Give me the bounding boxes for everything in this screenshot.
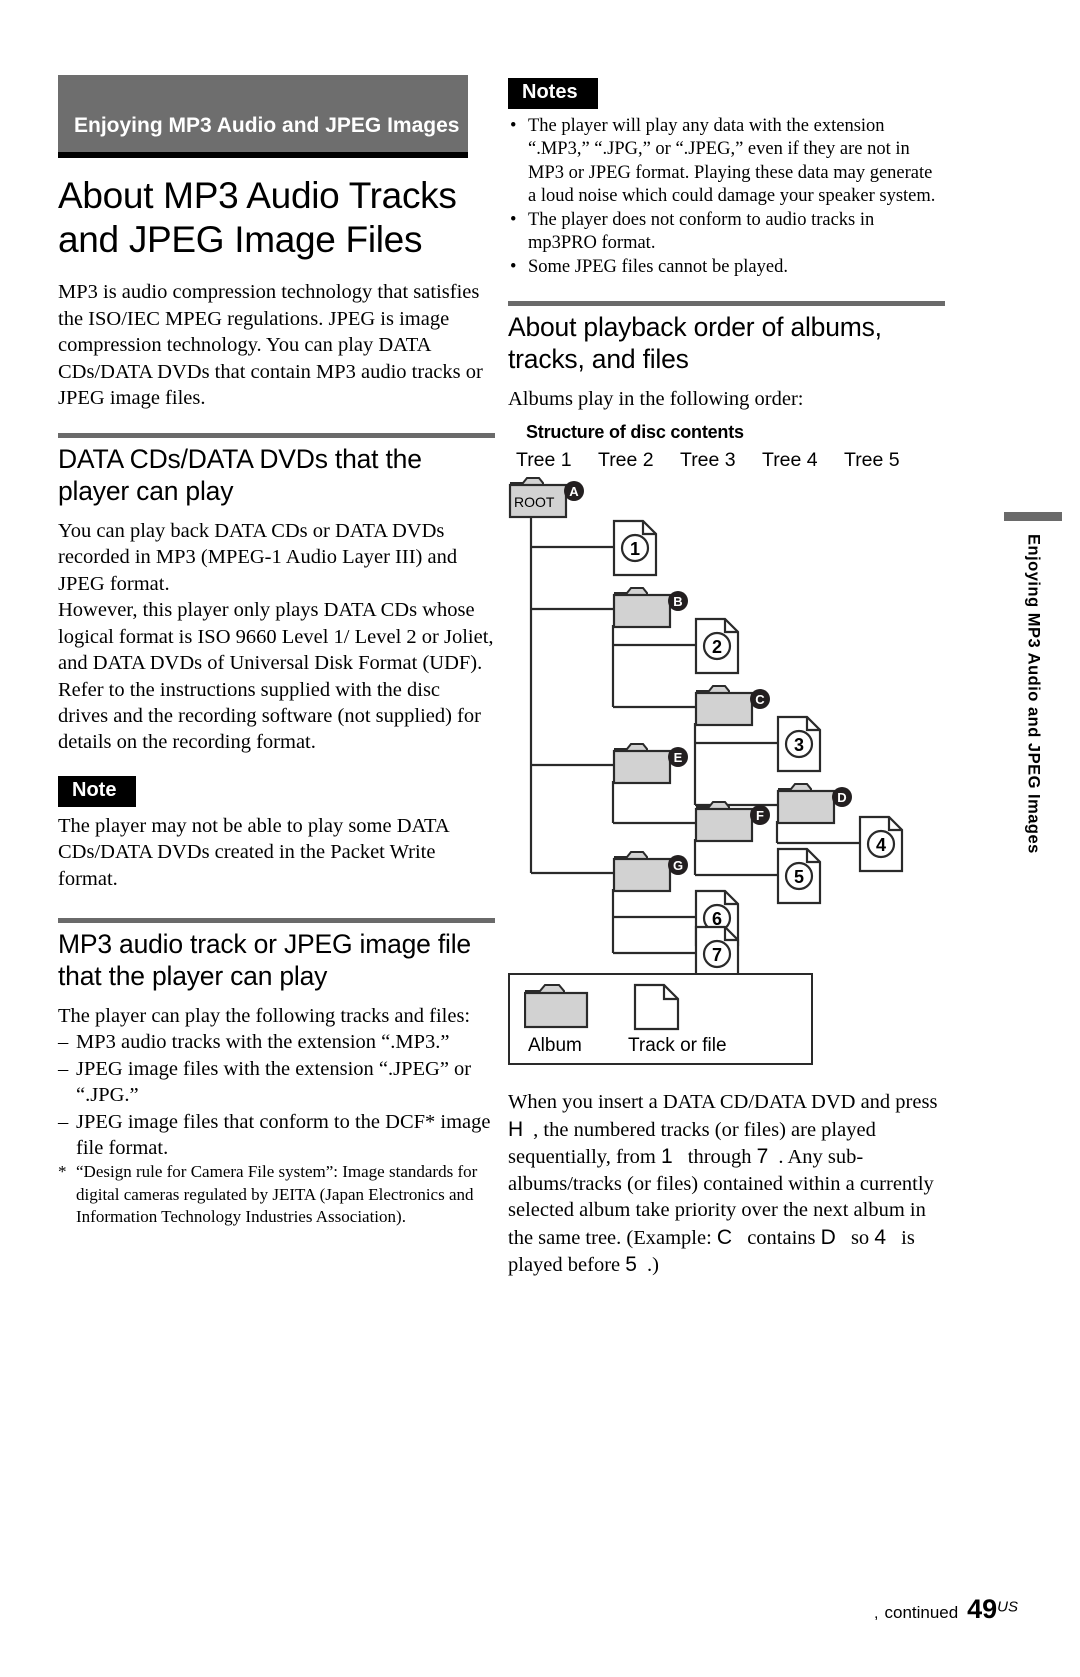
legend-album-label: Album (528, 1035, 582, 1057)
number-first: 1 (660, 1145, 673, 1169)
file-number-5: 5 (794, 867, 804, 887)
manual-page: Enjoying MP3 Audio and JPEG Images About… (0, 0, 1080, 1677)
tree-column-header: Tree 3 (680, 449, 736, 472)
left-column: Enjoying MP3 Audio and JPEG Images About… (58, 75, 495, 1228)
section-divider-3 (508, 301, 945, 307)
file-number-3: 3 (794, 735, 804, 755)
root-label: ROOT (514, 494, 555, 510)
diagram-legend: Album Track or file (508, 973, 813, 1066)
structure-subheading: Structure of disc contents (526, 422, 744, 443)
tree-column-header: Tree 4 (762, 449, 818, 472)
section-divider (58, 433, 495, 439)
tree-column-header: Tree 5 (844, 449, 900, 472)
folder-letter-f: F (756, 808, 764, 823)
list-item: MP3 audio tracks with the extension “.MP… (58, 1029, 495, 1056)
closing-text-3: through (682, 1146, 757, 1169)
side-tab-bar (1004, 512, 1062, 521)
number-last: 7 (756, 1145, 769, 1169)
continued-arrow-icon: , (874, 1605, 879, 1622)
list-item: The player does not conform to audio tra… (508, 209, 945, 256)
letter-d-ref: D (820, 1225, 836, 1249)
file-number-1: 1 (630, 539, 640, 559)
continued-label: continued (884, 1603, 959, 1622)
legend-icons (524, 984, 680, 1031)
page-footer: , continued 49US (0, 1594, 1080, 1625)
list-item: JPEG image files that conform to the DCF… (58, 1109, 495, 1162)
folder-letter-g: G (673, 858, 683, 873)
right-column: Notes The player will play any data with… (508, 78, 945, 1278)
chapter-side-tab: Enjoying MP3 Audio and JPEG Images (1004, 512, 1062, 932)
notes-badge: Notes (508, 78, 598, 109)
tree-column-header: Tree 2 (598, 449, 654, 472)
section1-paragraph-2: However, this player only plays DATA CDs… (58, 599, 494, 675)
playable-file-list: MP3 audio tracks with the extension “.MP… (58, 1029, 495, 1161)
notes-list: The player will play any data with the e… (508, 115, 945, 280)
folder-b (612, 587, 672, 629)
number-5-ref: 5 (625, 1253, 637, 1277)
file-number-4: 4 (876, 835, 886, 855)
letter-c-ref: C (716, 1225, 733, 1249)
intro-paragraph: MP3 is audio compression technology that… (58, 281, 483, 409)
page-title: About MP3 Audio Tracks and JPEG Image Fi… (58, 174, 457, 260)
folder-f (694, 801, 754, 843)
tree-svg: ROOT A 1 B 2 C 3 D 4 E F 5 G 6 7 (508, 477, 904, 976)
section2-intro: The player can play the following tracks… (58, 1004, 471, 1027)
disc-structure-diagram: Tree 1 Tree 2 Tree 3 Tree 4 Tree 5 ROOT … (508, 449, 945, 976)
closing-text-8: .) (646, 1254, 659, 1277)
tree-column-header: Tree 1 (516, 449, 572, 472)
list-item: The player will play any data with the e… (508, 115, 945, 209)
file-number-7: 7 (712, 945, 722, 965)
side-tab-label: Enjoying MP3 Audio and JPEG Images (1024, 534, 1043, 854)
section-heading-mp3-track: MP3 audio track or JPEG image file that … (58, 929, 471, 992)
playback-order-intro: Albums play in the following order: (508, 387, 804, 410)
folder-c (694, 685, 754, 727)
section1-paragraph-1: You can play back DATA CDs or DATA DVDs … (58, 519, 458, 595)
section-heading-data-cds: DATA CDs/DATA DVDs that the player can p… (58, 444, 422, 507)
number-4-ref: 4 (874, 1225, 886, 1249)
footnote-text: “Design rule for Camera File system”: Im… (76, 1162, 478, 1226)
file-number-2: 2 (712, 637, 722, 657)
section-divider-2 (58, 918, 495, 924)
dcf-footnote: * “Design rule for Camera File system”: … (58, 1161, 495, 1227)
folder-letter-d: D (837, 790, 846, 805)
folder-letter-a: A (569, 484, 579, 499)
folder-letter-c: C (755, 692, 765, 707)
closing-text-6: so (845, 1226, 875, 1249)
folder-root: ROOT (508, 477, 568, 519)
play-key-glyph: H (508, 1117, 524, 1141)
folder-d (776, 783, 836, 825)
page-number: 49 (967, 1594, 998, 1624)
region-code: US (997, 1598, 1018, 1616)
folder-g (612, 851, 672, 893)
list-item: Some JPEG files cannot be played. (508, 256, 945, 280)
note-badge: Note (58, 775, 137, 807)
closing-text-1: When you insert a DATA CD/DATA DVD and p… (508, 1091, 938, 1114)
list-item: JPEG image files with the extension “.JP… (58, 1056, 495, 1109)
footnote-marker: * (58, 1162, 67, 1182)
folder-letter-b: B (673, 594, 682, 609)
chapter-banner: Enjoying MP3 Audio and JPEG Images (58, 75, 468, 158)
folder-e (612, 743, 672, 785)
section1-paragraph-3: Refer to the instructions supplied with … (58, 678, 481, 754)
folder-letter-e: E (674, 750, 683, 765)
closing-text-5: contains (742, 1226, 821, 1249)
playback-order-explanation: When you insert a DATA CD/DATA DVD and p… (508, 1089, 945, 1278)
legend-file-label: Track or file (628, 1035, 727, 1057)
note-text: The player may not be able to play some … (58, 814, 449, 890)
section-heading-playback-order: About playback order of albums, tracks, … (508, 312, 882, 375)
